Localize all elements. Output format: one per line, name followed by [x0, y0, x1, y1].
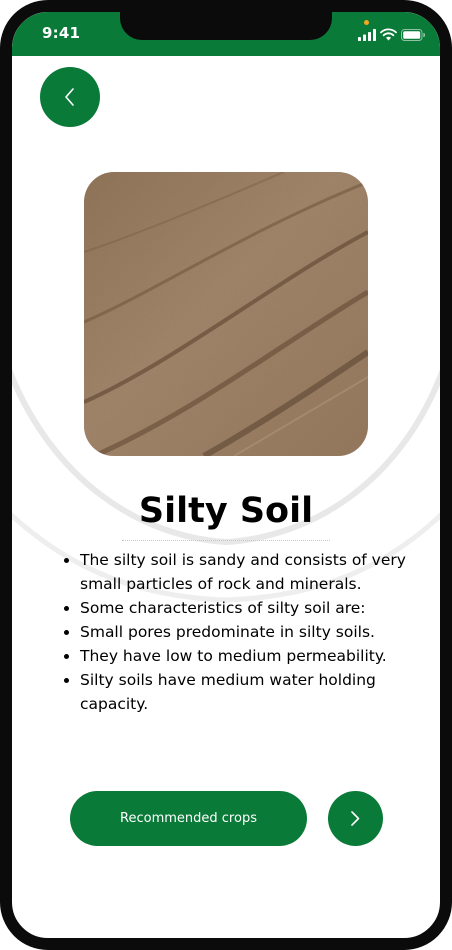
wifi-icon — [380, 28, 397, 41]
list-item: Small pores predominate in silty soils. — [80, 620, 420, 644]
list-item: The silty soil is sandy and consists of … — [80, 548, 420, 596]
soil-image — [84, 172, 368, 456]
signal-icon — [358, 29, 376, 41]
chevron-left-icon — [65, 88, 74, 106]
list-item: They have low to medium permeability. — [80, 644, 420, 668]
status-time: 9:41 — [42, 24, 81, 42]
list-item: Silty soils have medium water holding ca… — [80, 668, 420, 716]
notch — [120, 12, 332, 40]
list-item: Some characteristics of silty soil are: — [80, 596, 420, 620]
page-title: Silty Soil — [138, 491, 314, 531]
facts-list: The silty soil is sandy and consists of … — [58, 548, 420, 716]
chevron-right-icon — [351, 811, 360, 826]
privacy-indicator — [364, 20, 369, 25]
back-button[interactable] — [40, 67, 100, 127]
title-divider — [122, 540, 330, 541]
status-bar: 9:41 — [12, 12, 440, 56]
recommended-crops-button[interactable]: Recommended crops — [70, 791, 307, 846]
phone-frame: 9:41 Silty Soil • The silty soil is sand… — [0, 0, 452, 950]
battery-icon — [401, 29, 425, 41]
next-button[interactable] — [328, 791, 383, 846]
